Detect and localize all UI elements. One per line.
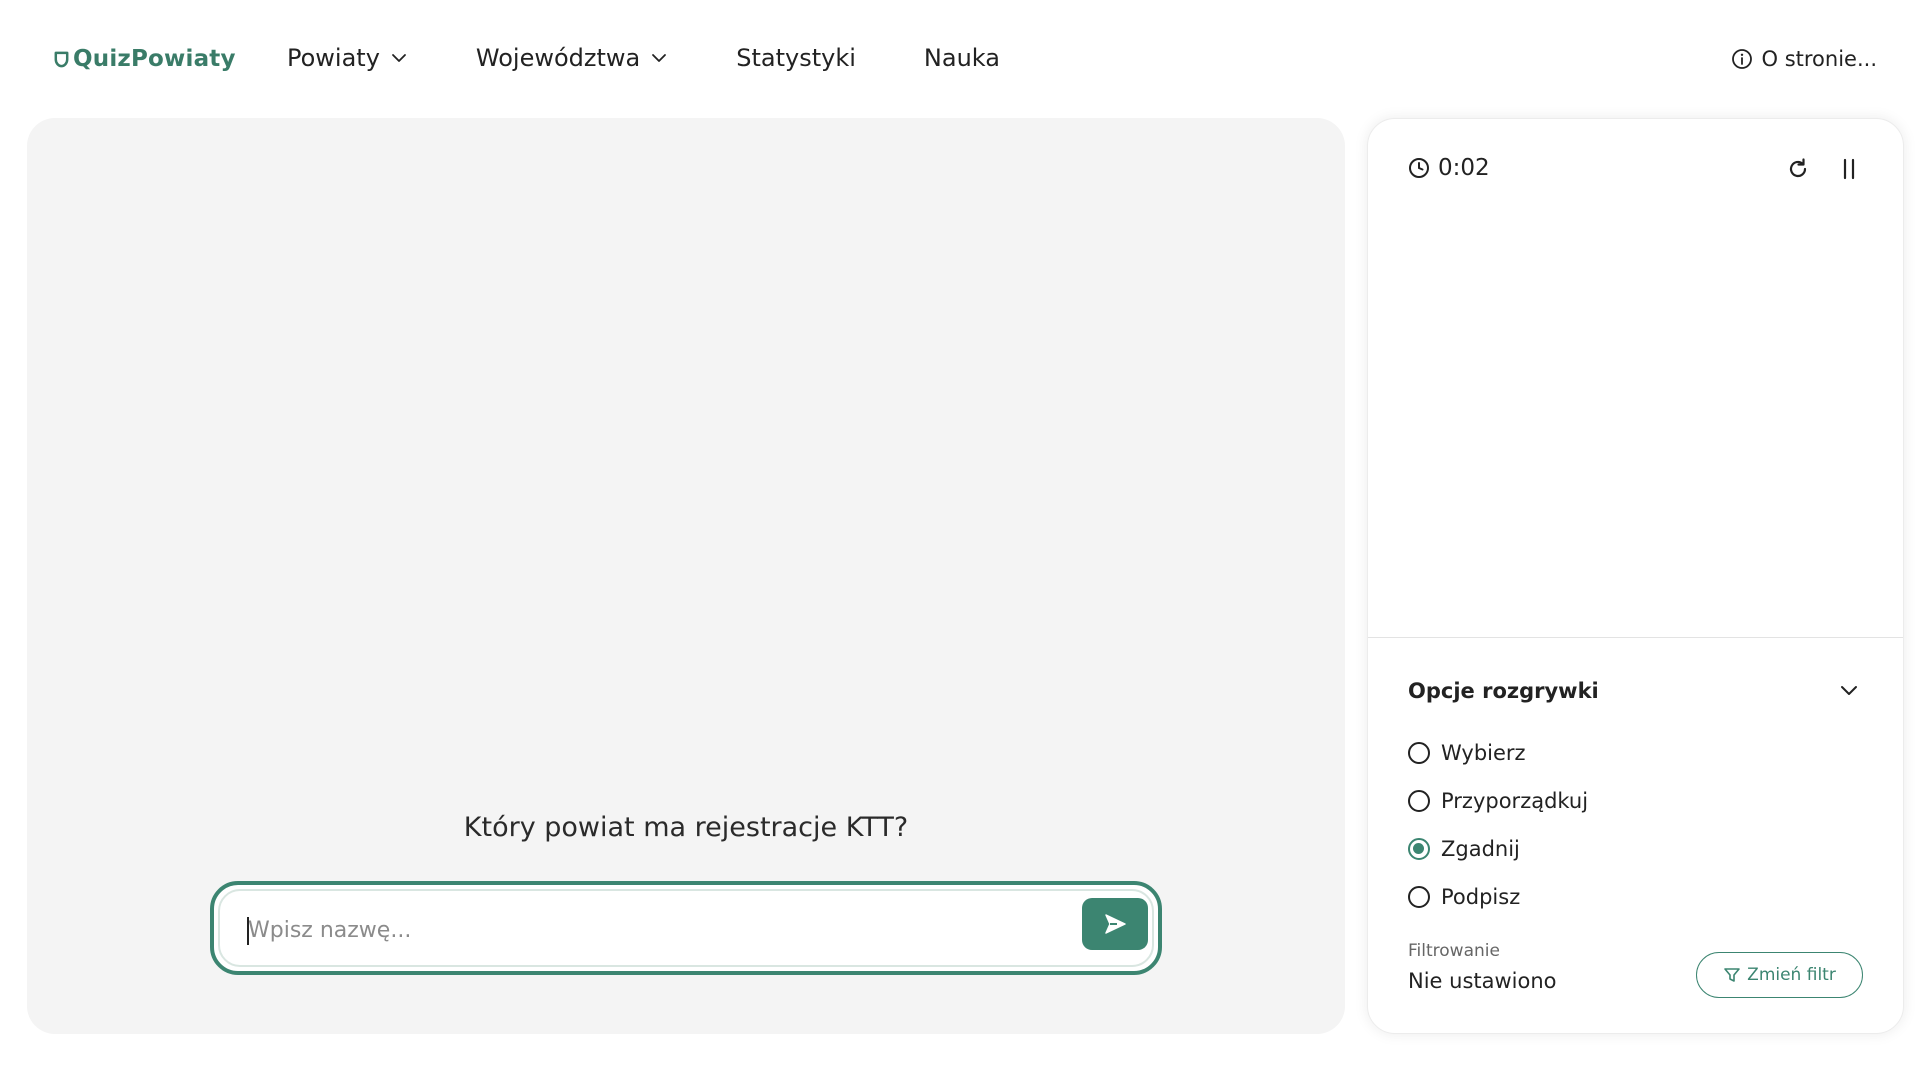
- game-sidebar: 0:02 Opcje rozgrywki Wybierz Przyporządk…: [1367, 118, 1904, 1034]
- collapse-options-button[interactable]: [1838, 679, 1860, 705]
- restart-button[interactable]: [1786, 157, 1810, 185]
- nav-wojewodztwa-label: Województwa: [475, 44, 641, 72]
- filter-icon: [1724, 968, 1740, 982]
- filter-label: Filtrowanie: [1408, 941, 1500, 961]
- nav-powiaty-label: Powiaty: [287, 44, 380, 72]
- chevron-down-icon: [1841, 686, 1857, 695]
- radio-button[interactable]: [1408, 886, 1430, 908]
- answer-field-wrapper: [218, 889, 1154, 967]
- about-link[interactable]: O stronie...: [1731, 47, 1878, 71]
- nav-wojewodztwa[interactable]: Województwa: [476, 44, 668, 72]
- logo[interactable]: QuizPowiaty: [52, 46, 236, 72]
- mode-option-podpisz[interactable]: Podpisz: [1408, 873, 1588, 921]
- mode-option-przyporzadkuj[interactable]: Przyporządkuj: [1408, 777, 1588, 825]
- filter-value: Nie ustawiono: [1408, 969, 1557, 993]
- answer-box: [210, 881, 1162, 975]
- logo-text: QuizPowiaty: [73, 46, 236, 72]
- shield-icon: [54, 51, 69, 67]
- text-caret: [247, 917, 249, 945]
- mode-option-wybierz[interactable]: Wybierz: [1408, 729, 1588, 777]
- timer-value: 0:02: [1438, 155, 1490, 181]
- radio-button[interactable]: [1408, 790, 1430, 812]
- map-panel[interactable]: Który powiat ma rejestracje KTT?: [27, 118, 1345, 1034]
- mode-label: Wybierz: [1441, 741, 1526, 765]
- change-filter-button[interactable]: Zmień filtr: [1696, 952, 1863, 998]
- mode-label: Podpisz: [1441, 885, 1521, 909]
- timer: 0:02: [1408, 155, 1490, 181]
- about-label: O stronie...: [1761, 47, 1878, 71]
- radio-button[interactable]: [1408, 742, 1430, 764]
- change-filter-label: Zmień filtr: [1747, 965, 1836, 985]
- send-icon: [1105, 914, 1126, 934]
- nav-nauka-label: Nauka: [923, 44, 1000, 72]
- mode-option-zgadnij[interactable]: Zgadnij: [1408, 825, 1588, 873]
- mode-label: Przyporządkuj: [1441, 789, 1589, 813]
- nav-statystyki-label: Statystyki: [736, 44, 856, 72]
- chevron-down-icon: [650, 49, 668, 67]
- main-nav: Powiaty Województwa Statystyki Nauka: [287, 44, 1000, 72]
- mode-label: Zgadnij: [1441, 837, 1520, 861]
- refresh-icon: [1789, 158, 1807, 178]
- info-icon: [1731, 49, 1752, 69]
- submit-answer-button[interactable]: [1082, 898, 1148, 950]
- pause-icon: [1843, 158, 1855, 180]
- nav-nauka[interactable]: Nauka: [924, 44, 1000, 72]
- nav-powiaty[interactable]: Powiaty: [287, 44, 408, 72]
- mode-radio-group: Wybierz Przyporządkuj Zgadnij Podpisz: [1408, 729, 1588, 921]
- nav-statystyki[interactable]: Statystyki: [736, 44, 856, 72]
- top-navbar: QuizPowiaty Powiaty Województwa Statysty…: [0, 0, 1920, 118]
- pause-button[interactable]: [1838, 157, 1860, 185]
- answer-input[interactable]: [246, 910, 1046, 950]
- chevron-down-icon: [390, 49, 408, 67]
- quiz-question: Który powiat ma rejestracje KTT?: [463, 812, 909, 843]
- radio-button-selected[interactable]: [1408, 838, 1430, 860]
- game-options-title: Opcje rozgrywki: [1408, 679, 1599, 703]
- divider: [1368, 637, 1903, 638]
- clock-icon: [1409, 158, 1429, 178]
